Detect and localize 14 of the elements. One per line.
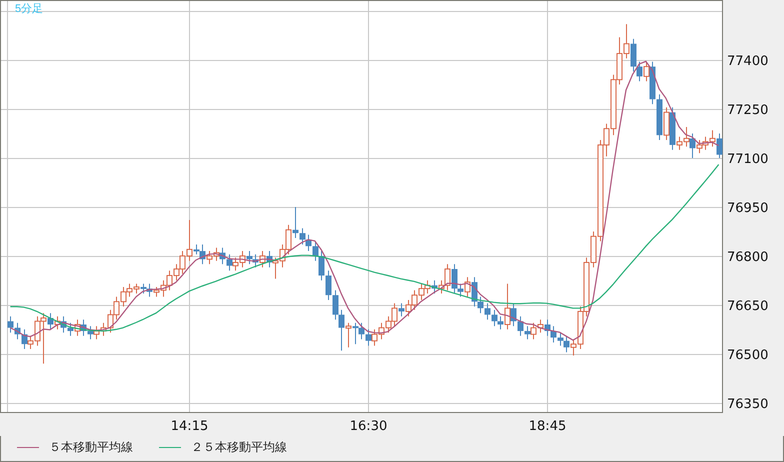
axis-label: 76950	[727, 201, 768, 216]
legend-label: ２５本移動平均線	[191, 439, 287, 456]
axis-label: 14:15	[170, 419, 208, 434]
legend-label: ５本移動平均線	[49, 439, 133, 456]
axis-label: 76500	[727, 348, 768, 363]
axis-label: 77400	[727, 54, 768, 69]
axis-label: 76800	[727, 250, 768, 265]
axis-label: 76650	[727, 299, 768, 314]
axis-label: 77100	[727, 152, 768, 167]
timeframe-label: 5分足	[15, 4, 44, 15]
axis-label: 77250	[727, 103, 768, 118]
axis-label: 18:45	[528, 419, 566, 434]
axis-label: 16:30	[350, 419, 388, 434]
axis-label: 76350	[727, 397, 768, 412]
